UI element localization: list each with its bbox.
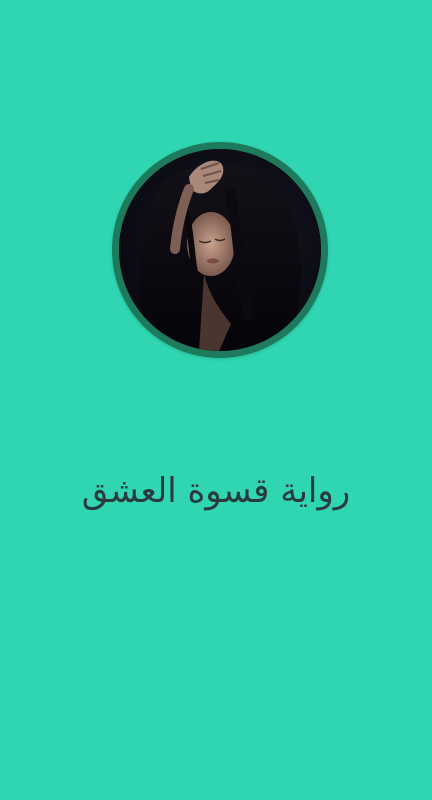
splash-screen: رواية قسوة العشق [0, 0, 432, 800]
app-title: رواية قسوة العشق [81, 471, 351, 511]
cover-image [119, 149, 321, 351]
portrait-illustration [119, 149, 321, 351]
